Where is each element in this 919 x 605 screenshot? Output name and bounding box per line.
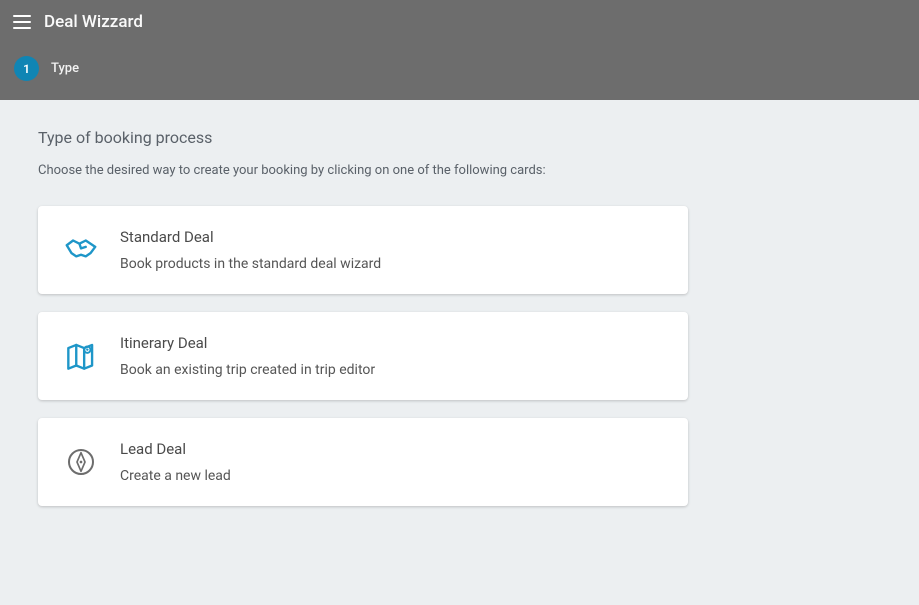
- card-itinerary-deal[interactable]: Itinerary Deal Book an existing trip cre…: [38, 312, 688, 400]
- card-standard-deal[interactable]: Standard Deal Book products in the stand…: [38, 206, 688, 294]
- app-header: Deal Wizzard 1 Type: [0, 0, 919, 100]
- handshake-icon: [62, 231, 100, 269]
- section-description: Choose the desired way to create your bo…: [38, 163, 881, 178]
- compass-icon: [62, 443, 100, 481]
- app-title: Deal Wizzard: [44, 12, 143, 32]
- card-title: Lead Deal: [120, 440, 231, 458]
- wizard-stepper: 1 Type: [0, 40, 919, 97]
- card-body: Standard Deal Book products in the stand…: [120, 228, 381, 272]
- card-description: Book products in the standard deal wizar…: [120, 256, 381, 272]
- main-content: Type of booking process Choose the desir…: [0, 100, 919, 552]
- card-description: Book an existing trip created in trip ed…: [120, 362, 375, 378]
- step-label: Type: [51, 61, 79, 76]
- section-title: Type of booking process: [38, 128, 881, 147]
- card-title: Itinerary Deal: [120, 334, 375, 352]
- card-title: Standard Deal: [120, 228, 381, 246]
- card-body: Itinerary Deal Book an existing trip cre…: [120, 334, 375, 378]
- card-description: Create a new lead: [120, 468, 231, 484]
- header-top: Deal Wizzard: [0, 0, 919, 40]
- menu-icon[interactable]: [10, 10, 34, 34]
- card-lead-deal[interactable]: Lead Deal Create a new lead: [38, 418, 688, 506]
- step-number-badge: 1: [14, 56, 39, 81]
- card-body: Lead Deal Create a new lead: [120, 440, 231, 484]
- map-icon: [62, 337, 100, 375]
